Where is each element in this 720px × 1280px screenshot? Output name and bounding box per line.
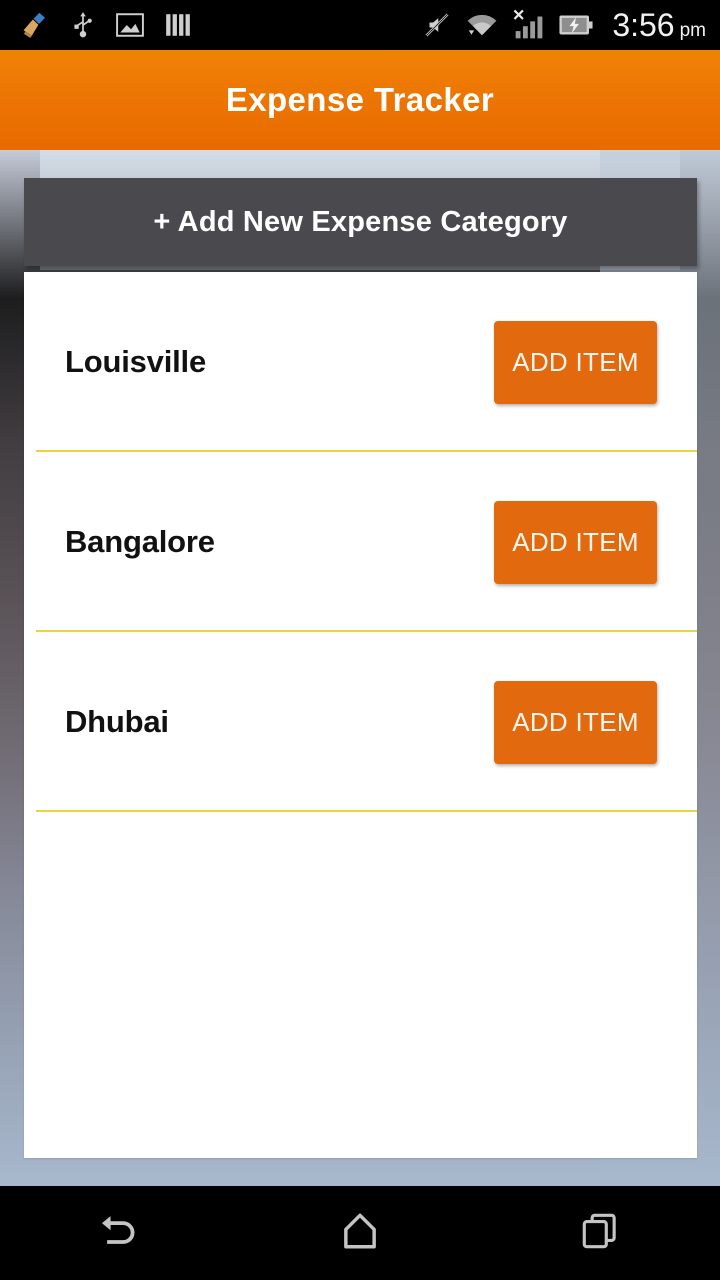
- back-arrow-icon: [96, 1209, 144, 1258]
- page-title: Expense Tracker: [225, 81, 495, 118]
- category-name: Louisville: [65, 344, 206, 379]
- wifi-icon: [464, 10, 500, 40]
- image-gallery-icon: [116, 12, 144, 38]
- cellular-signal-no-sim-icon: [512, 9, 546, 41]
- table-row[interactable]: Louisville ADD ITEM: [24, 272, 697, 452]
- category-name: Bangalore: [65, 524, 215, 559]
- add-new-expense-category-button[interactable]: + Add New Expense Category: [24, 178, 697, 266]
- recent-apps-icon: [578, 1209, 622, 1258]
- status-bar: 3:56 pm: [0, 0, 720, 50]
- clock-time: 3:56: [612, 6, 675, 43]
- table-row[interactable]: Bangalore ADD ITEM: [24, 452, 697, 632]
- usb-icon: [70, 10, 96, 40]
- vertical-bars-icon: [164, 11, 192, 39]
- content-area: + Add New Expense Category Louisville AD…: [0, 150, 720, 1186]
- system-navigation-bar: [0, 1186, 720, 1280]
- status-bar-right-icons: 3:56 pm: [422, 7, 706, 44]
- status-bar-clock: 3:56 pm: [612, 7, 706, 44]
- add-item-button[interactable]: ADD ITEM: [494, 500, 657, 584]
- home-icon: [338, 1209, 382, 1258]
- expense-category-list: Louisville ADD ITEM Bangalore ADD ITEM D…: [24, 272, 697, 1158]
- row-divider: [36, 810, 697, 812]
- nav-back-button[interactable]: [0, 1186, 240, 1280]
- app-bar: Expense Tracker: [0, 50, 720, 150]
- clock-meridiem: pm: [679, 19, 706, 41]
- cleaner-broom-icon: [20, 10, 50, 40]
- add-item-button[interactable]: ADD ITEM: [494, 680, 657, 764]
- nav-home-button[interactable]: [240, 1186, 480, 1280]
- table-row[interactable]: Dhubai ADD ITEM: [24, 632, 697, 812]
- phone-screen: 3:56 pm Expense Tracker + Add New Expens…: [0, 0, 720, 1280]
- status-bar-left-icons: [20, 10, 192, 40]
- category-name: Dhubai: [65, 704, 169, 739]
- add-item-button[interactable]: ADD ITEM: [494, 320, 657, 404]
- battery-charging-icon: [558, 12, 594, 38]
- nav-recents-button[interactable]: [480, 1186, 720, 1280]
- mute-ringer-off-icon: [422, 10, 452, 40]
